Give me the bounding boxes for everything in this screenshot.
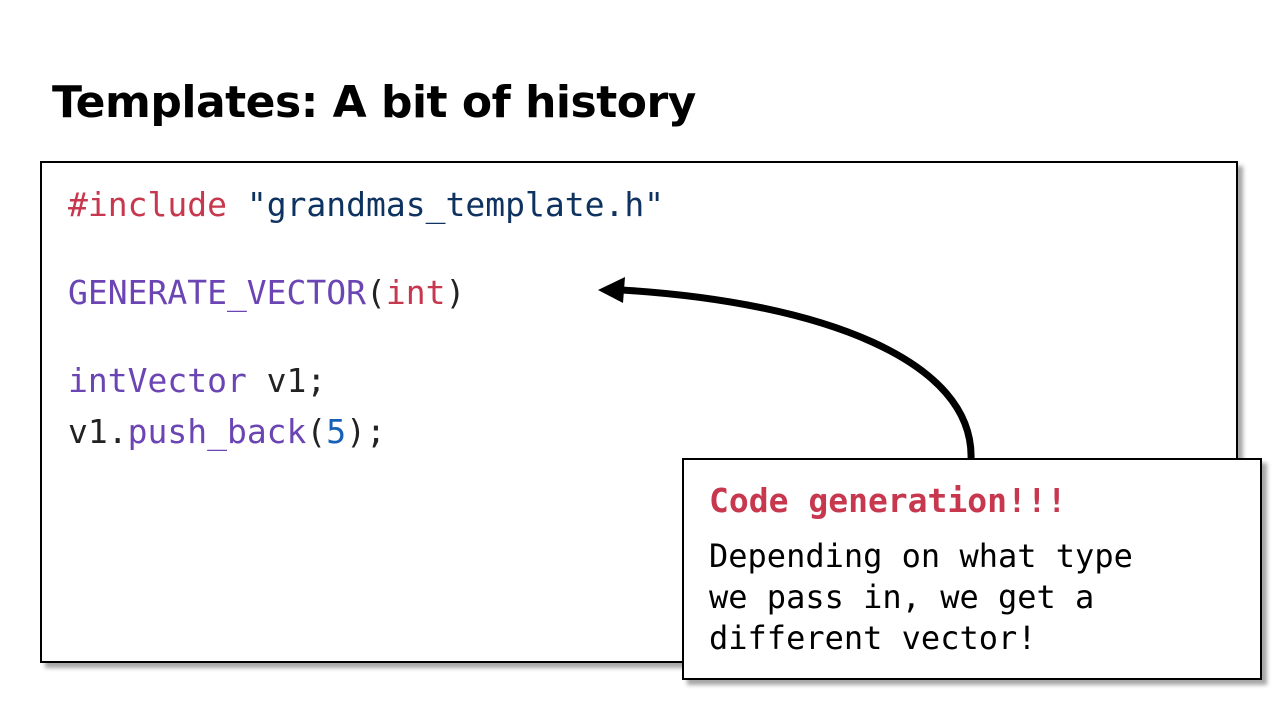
call-close: ); bbox=[346, 412, 386, 451]
callout-heading: Code generation!!! bbox=[709, 481, 1067, 520]
call-open-paren: ( bbox=[306, 412, 327, 451]
call-object: v1. bbox=[68, 412, 128, 451]
code-line-macro: GENERATE_VECTOR(int) bbox=[68, 273, 465, 313]
include-filename: "grandmas_template.h" bbox=[246, 185, 665, 224]
call-method: push_back bbox=[127, 412, 307, 451]
code-line-declaration: intVector v1; bbox=[68, 361, 326, 401]
macro-close-paren: ) bbox=[445, 273, 466, 312]
macro-open-paren: ( bbox=[366, 273, 386, 312]
code-line-include: #include "grandmas_template.h" bbox=[68, 185, 664, 225]
macro-argument: int bbox=[385, 273, 446, 312]
callout-box: Code generation!!! Depending on what typ… bbox=[682, 458, 1262, 680]
slide-title: Templates: A bit of history bbox=[52, 77, 696, 128]
include-directive: #include bbox=[68, 185, 227, 224]
call-argument: 5 bbox=[326, 412, 347, 451]
callout-body: Depending on what type we pass in, we ge… bbox=[709, 537, 1133, 657]
macro-name: GENERATE_VECTOR bbox=[68, 273, 367, 312]
code-line-push-back: v1.push_back(5); bbox=[68, 412, 386, 452]
declared-type: intVector bbox=[68, 361, 247, 400]
declaration-rest: v1; bbox=[246, 361, 327, 400]
include-space bbox=[227, 185, 247, 224]
